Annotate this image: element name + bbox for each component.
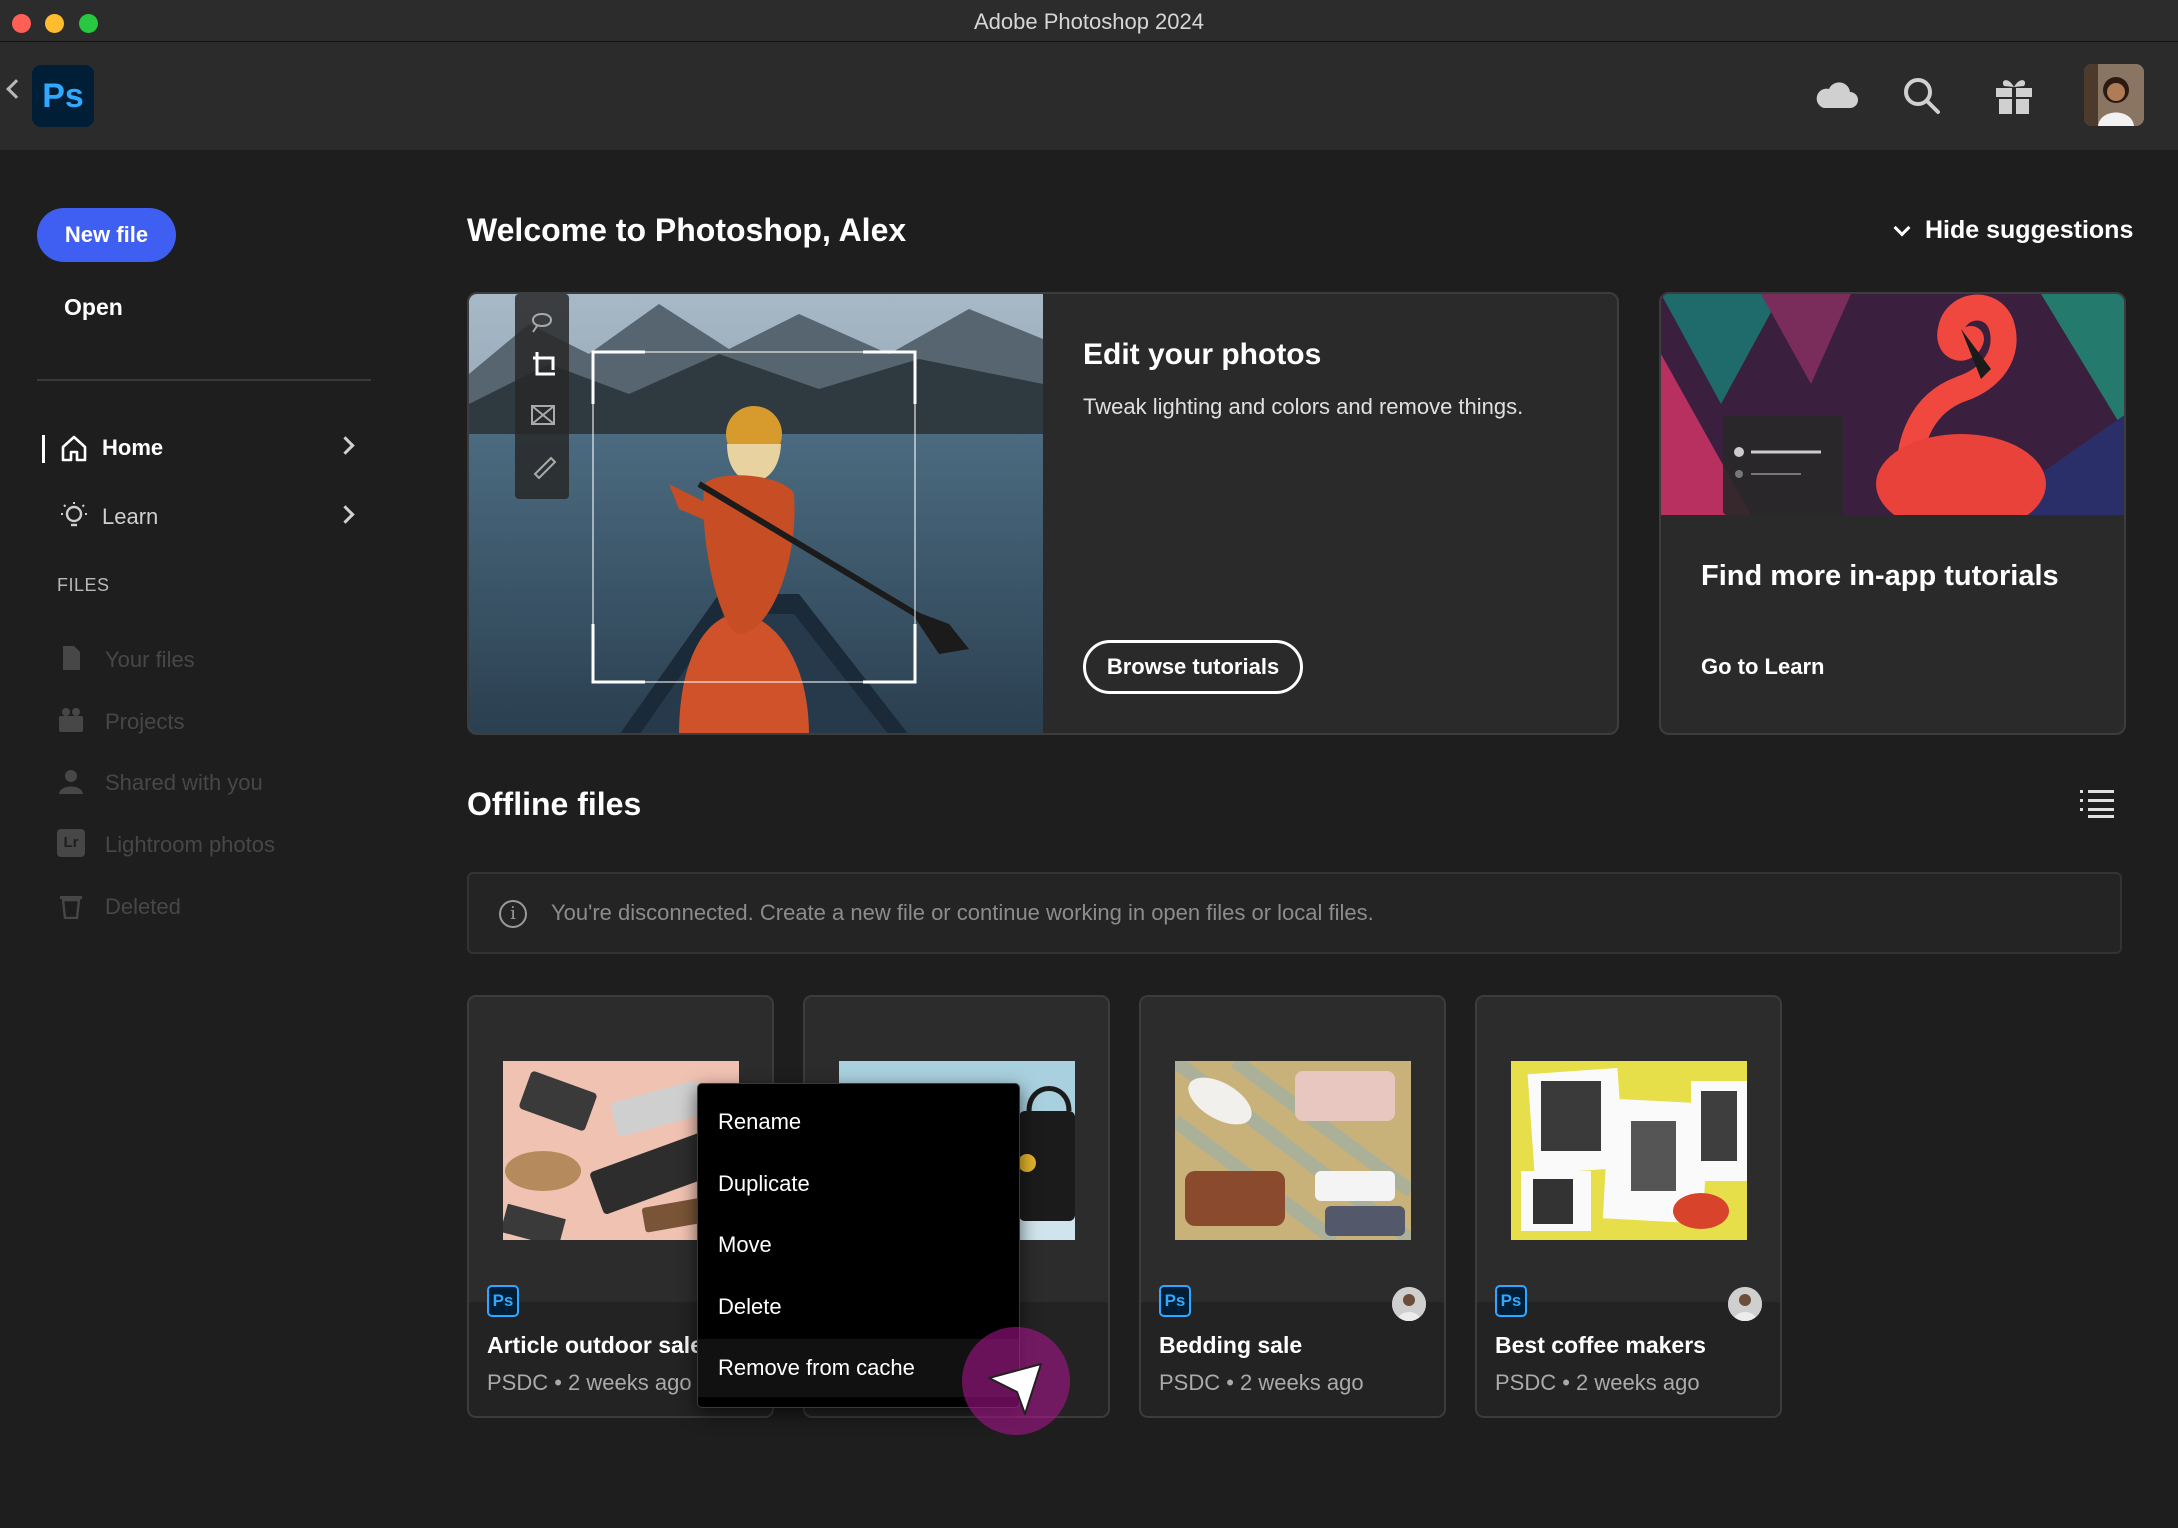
new-file-button[interactable]: New file [37, 208, 176, 262]
sidebar-item-learn[interactable]: Learn [42, 494, 372, 538]
file-card-best-coffee-makers[interactable]: Ps Best coffee makers PSDC • 2 weeks ago [1475, 995, 1782, 1418]
learn-card[interactable]: Find more in-app tutorials Go to Learn [1659, 292, 2126, 735]
lightroom-icon: Lr [57, 829, 85, 857]
menu-item-move[interactable]: Move [698, 1216, 1019, 1274]
sidebar-item-projects[interactable]: Projects [57, 702, 357, 742]
trash-icon [60, 896, 82, 919]
chevron-right-icon [336, 436, 355, 455]
file-card-footer [1141, 1302, 1444, 1416]
sidebar-item-your-files[interactable]: Your files [57, 640, 357, 680]
offline-banner: i You're disconnected. Create a new file… [467, 872, 2122, 954]
open-button[interactable]: Open [64, 294, 123, 321]
browse-tutorials-button[interactable]: Browse tutorials [1083, 640, 1303, 694]
sidebar-divider [37, 379, 371, 381]
edit-photos-image [469, 294, 1043, 733]
edit-photos-card[interactable]: Edit your photos Tweak lighting and colo… [467, 292, 1619, 735]
cloud-icon[interactable] [1812, 72, 1860, 120]
sidebar-item-label: Deleted [105, 894, 181, 919]
photoshop-file-icon: Ps [1159, 1285, 1191, 1317]
sidebar-item-label: Projects [105, 709, 185, 734]
window-title: Adobe Photoshop 2024 [974, 9, 1204, 34]
home-icon [61, 435, 87, 462]
file-name: Bedding sale [1159, 1332, 1303, 1358]
list-view-icon[interactable] [2080, 788, 2114, 818]
chevron-down-icon [1893, 219, 1911, 237]
file-meta: PSDC • 2 weeks ago [487, 1370, 692, 1395]
collaborator-avatar [1392, 1287, 1426, 1321]
user-icon [59, 770, 83, 794]
sidebar-item-home[interactable]: Home [42, 425, 372, 469]
back-chevron-icon[interactable] [6, 79, 26, 99]
hide-suggestions-button[interactable]: Hide suggestions [1890, 216, 2133, 245]
sidebar-item-deleted[interactable]: Deleted [57, 887, 357, 927]
lightbulb-icon [61, 502, 87, 527]
gift-icon[interactable] [1990, 72, 2038, 120]
page-title: Welcome to Photoshop, Alex [467, 212, 907, 248]
sidebar-item-label: Shared with you [105, 770, 263, 795]
files-section-heading: FILES [57, 575, 110, 595]
chevron-right-icon [336, 505, 355, 524]
file-thumbnail [1175, 1061, 1411, 1240]
sidebar-item-label: Learn [102, 504, 159, 529]
collaborator-avatar [1728, 1287, 1762, 1321]
info-icon: i [499, 900, 527, 928]
sidebar-item-shared[interactable]: Shared with you [57, 763, 357, 803]
file-card-bedding-sale[interactable]: Ps Bedding sale PSDC • 2 weeks ago [1139, 995, 1446, 1418]
menu-item-delete[interactable]: Delete [698, 1278, 1019, 1336]
photoshop-logo[interactable]: Ps [32, 65, 94, 127]
edit-photos-subtitle: Tweak lighting and colors and remove thi… [1083, 394, 1524, 419]
edit-photos-title: Edit your photos [1083, 338, 1322, 371]
title-bar: Adobe Photoshop 2024 [0, 0, 2178, 42]
file-meta: PSDC • 2 weeks ago [1495, 1370, 1700, 1395]
sidebar-item-lightroom[interactable]: Lr Lightroom photos [57, 825, 357, 865]
file-card-footer [1477, 1302, 1780, 1416]
projects-icon [59, 708, 83, 732]
offline-banner-text: You're disconnected. Create a new file o… [551, 900, 1374, 925]
menu-item-rename[interactable]: Rename [698, 1093, 1019, 1151]
selection-indicator [42, 435, 45, 463]
search-icon[interactable] [1898, 72, 1946, 120]
file-meta: PSDC • 2 weeks ago [1159, 1370, 1364, 1395]
sidebar-item-label: Home [102, 435, 164, 460]
sidebar-item-label: Your files [105, 647, 195, 672]
file-name: Article outdoor sale [487, 1332, 703, 1358]
user-avatar[interactable] [2084, 64, 2144, 126]
photoshop-file-icon: Ps [1495, 1285, 1527, 1317]
file-thumbnail [1511, 1061, 1747, 1240]
flamingo-image [1661, 294, 2124, 515]
offline-files-title: Offline files [467, 786, 642, 822]
go-to-learn-link[interactable]: Go to Learn [1701, 654, 1824, 680]
sidebar-item-label: Lightroom photos [105, 832, 275, 857]
file-name: Best coffee makers [1495, 1332, 1706, 1358]
document-icon [63, 646, 80, 670]
cursor-pointer-icon [988, 1363, 1042, 1415]
app-header: Ps [0, 42, 2178, 150]
learn-card-title: Find more in-app tutorials [1701, 560, 2059, 592]
hide-suggestions-label: Hide suggestions [1925, 216, 2134, 244]
photoshop-file-icon: Ps [487, 1285, 519, 1317]
menu-item-duplicate[interactable]: Duplicate [698, 1155, 1019, 1213]
